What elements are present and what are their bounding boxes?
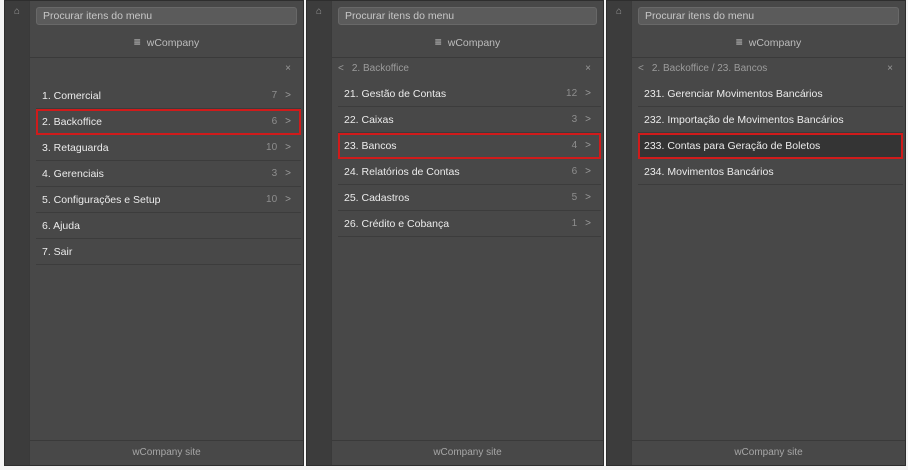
footer-link[interactable]: wCompany site — [632, 440, 905, 465]
menu-item[interactable]: 21. Gestão de Contas 12 > — [338, 81, 601, 107]
menu-item[interactable]: 5. Configurações e Setup 10 > — [36, 187, 301, 213]
menu-item-count: 12 — [566, 88, 578, 99]
chevron-right-icon: > — [585, 192, 591, 203]
hamburger-icon[interactable]: ≡ — [736, 35, 743, 49]
brand-header[interactable]: ≡ wCompany — [30, 27, 303, 58]
menu-item[interactable]: 4. Gerenciais 3 > — [36, 161, 301, 187]
back-icon[interactable]: < — [338, 63, 344, 74]
brand-name: wCompany — [146, 37, 200, 49]
home-icon[interactable]: ⌂ — [5, 6, 29, 18]
menu-item[interactable]: 25. Cadastros 5 > — [338, 185, 601, 211]
menu-item-label: 233. Contas para Geração de Boletos — [644, 140, 821, 152]
menu-item-label: 5. Configurações e Setup — [42, 194, 161, 206]
menu-item-label: 24. Relatórios de Contas — [344, 166, 460, 178]
brand-header[interactable]: ≡ wCompany — [632, 27, 905, 58]
chevron-right-icon: > — [585, 114, 591, 125]
menu-content: Procurar itens do menu ≡ wCompany <2. Bac… — [631, 1, 905, 465]
menu-item[interactable]: 7. Sair — [36, 239, 301, 265]
breadcrumb: <2. Backoffice × — [338, 57, 597, 81]
breadcrumb: <2. Backoffice / 23. Bancos × — [638, 57, 899, 81]
menu-item-label: 231. Gerenciar Movimentos Bancários — [644, 88, 823, 100]
breadcrumb-text[interactable]: 2. Backoffice / 23. Bancos — [652, 63, 767, 74]
chevron-right-icon: > — [285, 90, 291, 101]
chevron-right-icon: > — [585, 166, 591, 177]
menu-item-count: 6 — [271, 116, 278, 127]
menu-item-label: 25. Cadastros — [344, 192, 410, 204]
menu-list: 21. Gestão de Contas 12 > 22. Caixas 3 > 23.… — [338, 81, 601, 237]
menu-item-count: 7 — [271, 90, 278, 101]
close-icon[interactable]: × — [887, 57, 893, 81]
close-icon[interactable]: × — [585, 57, 591, 81]
brand-header[interactable]: ≡ wCompany — [332, 27, 603, 58]
menu-item[interactable]: 1. Comercial 7 > — [36, 83, 301, 109]
menu-item-count: 3 — [571, 114, 578, 125]
close-icon[interactable]: × — [285, 57, 291, 81]
menu-item-label: 4. Gerenciais — [42, 168, 104, 180]
footer-link[interactable]: wCompany site — [332, 440, 603, 465]
menu-item[interactable]: 2. Backoffice 6 > — [36, 109, 301, 135]
hamburger-icon[interactable]: ≡ — [435, 35, 442, 49]
menu-item-label: 3. Retaguarda — [42, 142, 109, 154]
menu-item-count: 10 — [266, 142, 278, 153]
menu-item-label: 1. Comercial — [42, 90, 101, 102]
chevron-right-icon: > — [585, 140, 591, 151]
menu-item-label: 21. Gestão de Contas — [344, 88, 447, 100]
menu-item-label: 22. Caixas — [344, 114, 394, 126]
footer-link[interactable]: wCompany site — [30, 440, 303, 465]
menu-item[interactable]: 233. Contas para Geração de Boletos — [638, 133, 903, 159]
menu-item-label: 26. Crédito e Cobança — [344, 218, 450, 230]
chevron-right-icon: > — [285, 116, 291, 127]
chevron-right-icon: > — [285, 142, 291, 153]
menu-list: 1. Comercial 7 > 2. Backoffice 6 > 3. Retagu… — [36, 83, 301, 265]
chevron-right-icon: > — [585, 218, 591, 229]
menu-item-count: 5 — [571, 192, 578, 203]
menu-item[interactable]: 26. Crédito e Cobança 1 > — [338, 211, 601, 237]
menu-item-label: 6. Ajuda — [42, 220, 80, 232]
side-rail: ⌂ — [607, 1, 632, 465]
menu-item-label: 23. Bancos — [344, 140, 397, 152]
menu-item-count: 1 — [571, 218, 578, 229]
search-input[interactable]: Procurar itens do menu — [36, 7, 297, 25]
menu-item-count: 3 — [271, 168, 278, 179]
menu-item-count: 4 — [571, 140, 578, 151]
menu-item-count: 6 — [571, 166, 578, 177]
hamburger-icon[interactable]: ≡ — [134, 35, 141, 49]
chevron-right-icon: > — [285, 168, 291, 179]
menu-item-label: 7. Sair — [42, 246, 73, 258]
side-rail: ⌂ — [307, 1, 332, 465]
brand-name: wCompany — [748, 37, 802, 49]
menu-item[interactable]: 6. Ajuda — [36, 213, 301, 239]
back-icon[interactable]: < — [638, 63, 644, 74]
menu-item[interactable]: 234. Movimentos Bancários — [638, 159, 903, 185]
menu-content: Procurar itens do menu ≡ wCompany × 1. Co… — [29, 1, 303, 465]
menu-item[interactable]: 231. Gerenciar Movimentos Bancários — [638, 81, 903, 107]
menu-item-label: 234. Movimentos Bancários — [644, 166, 774, 178]
brand-name: wCompany — [447, 37, 501, 49]
home-icon[interactable]: ⌂ — [607, 6, 631, 18]
chevron-right-icon: > — [285, 194, 291, 205]
menu-list: 231. Gerenciar Movimentos Bancários 232.… — [638, 81, 903, 185]
chevron-right-icon: > — [585, 88, 591, 99]
menu-content: Procurar itens do menu ≡ wCompany <2. Bac… — [331, 1, 603, 465]
menu-item-count: 10 — [266, 194, 278, 205]
search-input[interactable]: Procurar itens do menu — [638, 7, 899, 25]
menu-item[interactable]: 232. Importação de Movimentos Bancários — [638, 107, 903, 133]
home-icon[interactable]: ⌂ — [307, 6, 331, 18]
search-input[interactable]: Procurar itens do menu — [338, 7, 597, 25]
menu-panel-backoffice: ⌂ Procurar itens do menu ≡ wCompany <2. B… — [306, 0, 604, 466]
breadcrumb-text[interactable]: 2. Backoffice — [352, 63, 409, 74]
breadcrumb: × — [36, 57, 297, 81]
menu-item[interactable]: 23. Bancos 4 > — [338, 133, 601, 159]
menu-item[interactable]: 22. Caixas 3 > — [338, 107, 601, 133]
menu-item[interactable]: 3. Retaguarda 10 > — [36, 135, 301, 161]
menu-panel-root: ⌂ Procurar itens do menu ≡ wCompany × 1. … — [4, 0, 304, 466]
menu-item-label: 232. Importação de Movimentos Bancários — [644, 114, 844, 126]
menu-item[interactable]: 24. Relatórios de Contas 6 > — [338, 159, 601, 185]
menu-item-label: 2. Backoffice — [42, 116, 102, 128]
side-rail: ⌂ — [5, 1, 30, 465]
menu-panel-bancos: ⌂ Procurar itens do menu ≡ wCompany <2. B… — [606, 0, 906, 466]
